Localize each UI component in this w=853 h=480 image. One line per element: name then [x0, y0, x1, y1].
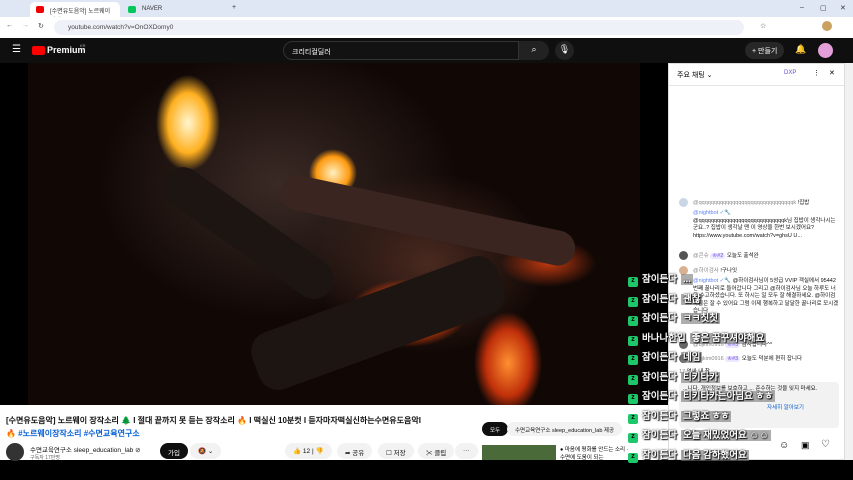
- overlay-chat-message: z 잠이든다 네임: [628, 349, 703, 365]
- video-title: [수면유도음악] 노르웨이 장작소리 🌲 I 절대 끝까지 못 듣는 장작소리 …: [6, 416, 421, 425]
- search-input[interactable]: 크리티컬딜러: [283, 41, 519, 60]
- chat-message: @하이검사 !구나잇: [679, 266, 839, 275]
- browser-tab-bar: [수면유도음악] 노르웨이 장작 NAVER + – ▢ ✕: [0, 0, 853, 24]
- video-info: [수면유도음악] 노르웨이 장작소리 🌲 I 절대 끝까지 못 듣는 장작소리 …: [0, 405, 668, 461]
- learn-more-link[interactable]: 자세히 알아보기: [767, 405, 804, 413]
- reload-icon[interactable]: ↻: [38, 22, 44, 30]
- user-badge-icon: z: [628, 355, 638, 365]
- overlay-chat-message: z 잠이든다 티키타카는아님요 ㅎㅎ: [628, 388, 776, 404]
- back-icon[interactable]: ←: [6, 22, 13, 29]
- overlay-chat-message: z 잠이든다 다음 감하했어요: [628, 447, 749, 463]
- join-button[interactable]: 가입: [160, 443, 188, 459]
- clip-button[interactable]: ✂ 클립: [418, 443, 455, 459]
- dxp-badge[interactable]: DXP: [784, 70, 796, 76]
- user-badge-icon: z: [628, 413, 638, 424]
- tab-youtube[interactable]: [수면유도음악] 노르웨이 장작: [30, 2, 120, 24]
- overlay-chat-message: z 잠이든다...: [628, 271, 693, 287]
- overlay-chat-message: z 바나나한입 좋은 꿈꾸셔야해요: [628, 330, 767, 346]
- star-icon[interactable]: ☆: [760, 22, 766, 30]
- user-badge-icon: z: [628, 394, 638, 404]
- overlay-chat-message: z 잠이든다 오늘 재밌었어요 ☺☺: [628, 427, 771, 443]
- user-badge-icon: z: [628, 433, 638, 443]
- user-badge-icon: z: [628, 316, 638, 326]
- chat-mode-dropdown[interactable]: 주요 채팅 ⌄: [677, 72, 713, 79]
- account-avatar[interactable]: [818, 43, 833, 58]
- youtube-favicon-icon: [36, 6, 44, 13]
- more-actions-button[interactable]: ···: [455, 443, 478, 459]
- user-badge-icon: z: [628, 452, 638, 463]
- more-options-icon[interactable]: ⋮: [813, 69, 820, 77]
- forward-icon[interactable]: →: [22, 22, 29, 29]
- notifications-icon[interactable]: 🔔: [795, 44, 806, 55]
- save-button[interactable]: ☐ 저장: [378, 443, 414, 459]
- profile-avatar[interactable]: [822, 21, 832, 31]
- notification-bell-button[interactable]: 🔕 ⌄: [190, 443, 222, 459]
- super-chat-icon[interactable]: ▣: [801, 440, 810, 451]
- close-chat-icon[interactable]: ✕: [829, 69, 835, 77]
- channel-name[interactable]: 수면교육연구소 sleep_education_lab ⊘: [30, 444, 141, 454]
- video-hashtags[interactable]: 🔥 #노르웨이장작소리 #수면교육연구소: [6, 428, 140, 439]
- share-button[interactable]: ➦ 공유: [337, 443, 373, 459]
- user-avatar: [679, 251, 688, 260]
- related-video-title[interactable]: ● 마음에 평화를 안드는 소리 · 수면에 도움이 되는: [560, 445, 630, 461]
- naver-favicon-icon: [128, 6, 136, 13]
- related-video-thumbnail[interactable]: [482, 445, 556, 460]
- overlay-chat-message: z 잠이든다 그렇죠 ㅎㅎ: [628, 408, 732, 424]
- page-scrollbar[interactable]: [845, 63, 853, 460]
- logo-region: KR: [80, 43, 86, 48]
- user-avatar: [679, 198, 688, 207]
- tab-naver[interactable]: NAVER: [122, 2, 227, 17]
- overlay-chat-message: z 잠이든다 티키타카: [628, 369, 720, 385]
- user-badge-icon: z: [628, 277, 638, 287]
- chat-message: @nightbot ✓🔧 @qqqqqqqqqqqqqqqqqqqqqqqqqqq…: [693, 210, 836, 239]
- youtube-logo-icon[interactable]: [32, 46, 45, 55]
- mic-icon[interactable]: 🎙: [555, 41, 574, 60]
- minimize-button[interactable]: –: [800, 4, 804, 11]
- emoji-icon[interactable]: ☺: [779, 440, 789, 451]
- fireplace-video-frame: [28, 63, 640, 405]
- video-player[interactable]: [0, 63, 668, 405]
- new-tab-button[interactable]: +: [232, 4, 236, 11]
- create-button[interactable]: + 만들기: [745, 42, 785, 59]
- chat-message: @qqqqqqqqqqqqqqqqqqqqqqqqqqqqqqqk !집밥: [679, 198, 839, 207]
- search-button[interactable]: ⌕: [519, 41, 549, 60]
- like-button[interactable]: 👍 12 | 👎: [285, 443, 332, 459]
- maximize-button[interactable]: ▢: [820, 4, 827, 12]
- channel-avatar[interactable]: [6, 443, 24, 461]
- close-window-button[interactable]: ✕: [840, 4, 846, 12]
- chat-message: @bjkim0916 ♔#3 오늘도 덕분에 편히 잡니다: [679, 354, 839, 363]
- chat-message: @콘슈 ♔#2 오늘도 출석완: [679, 251, 839, 260]
- user-badge-icon: z: [628, 296, 638, 307]
- youtube-header: ☰ Premium KR 크리티컬딜러 ⌕ 🎙 + 만들기 🔔: [0, 38, 853, 63]
- overlay-chat-message: z 잠이든다 괜찮: [628, 291, 703, 307]
- address-bar-row: ← → ↻ youtube.com/watch?v=OnOXDomy0 ☆: [0, 17, 853, 38]
- filter-all-chip[interactable]: 모두: [482, 422, 509, 436]
- subscriber-count: 구독자 17만명: [30, 455, 60, 461]
- filter-channel-chip[interactable]: 수면교육연구소 sleep_education_lab 제공: [507, 422, 623, 436]
- user-badge-icon: z: [628, 374, 638, 385]
- url-input[interactable]: youtube.com/watch?v=OnOXDomy0: [54, 20, 744, 35]
- heart-icon[interactable]: ♡: [821, 439, 830, 450]
- overlay-chat-message: z 잠이든다 ㅋㅋ칫칫: [628, 310, 720, 326]
- user-badge-icon: z: [628, 335, 638, 346]
- menu-icon[interactable]: ☰: [12, 44, 21, 55]
